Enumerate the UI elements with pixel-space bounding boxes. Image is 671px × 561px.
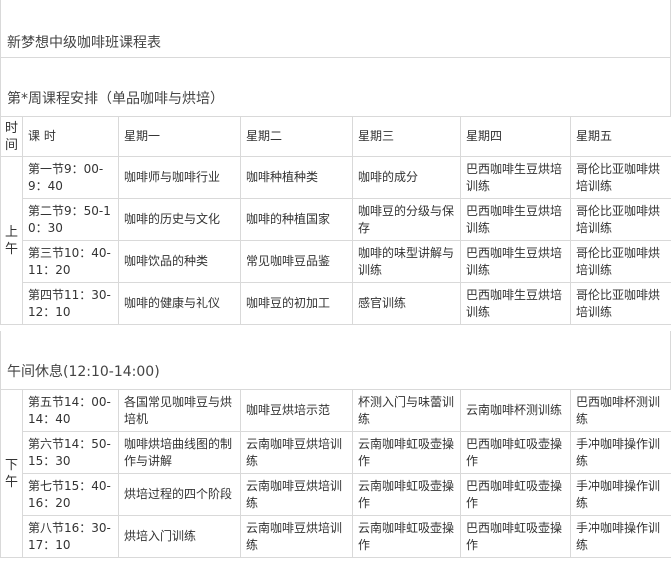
slot-cell: 第五节14：00-14：40 <box>22 389 119 432</box>
header-day: 星期四 <box>460 116 571 157</box>
slot-cell: 第六节14：50-15：30 <box>22 431 119 474</box>
course-cell: 云南咖啡豆烘培训练 <box>240 473 353 516</box>
afternoon-schedule-table: 下午 第五节14：00-14：40 各国常见咖啡豆与烘培机 咖啡豆烘培示范 杯测… <box>0 389 671 558</box>
course-cell: 咖啡种植种类 <box>240 156 353 199</box>
course-cell: 巴西咖啡杯测训练 <box>570 389 671 432</box>
lunch-break-row: 午间休息(12:10-14:00) <box>0 331 671 389</box>
period-label-morning: 上午 <box>0 156 23 325</box>
header-day: 星期三 <box>352 116 461 157</box>
slot-cell: 第二节9：50-10：30 <box>22 198 119 241</box>
table-row: 下午 第五节14：00-14：40 各国常见咖啡豆与烘培机 咖啡豆烘培示范 杯测… <box>0 389 671 558</box>
header-day: 星期二 <box>240 116 353 157</box>
course-cell: 哥伦比亚咖啡烘培训练 <box>570 198 671 241</box>
header-day: 星期一 <box>118 116 241 157</box>
course-cell: 云南咖啡虹吸壶操作 <box>352 473 461 516</box>
table-row: 第七节15：40-16：20 烘培过程的四个阶段 云南咖啡豆烘培训练 云南咖啡虹… <box>1 473 671 516</box>
course-cell: 巴西咖啡虹吸壶操作 <box>460 515 571 558</box>
header-day: 星期五 <box>570 116 671 157</box>
schedule-page: 新梦想中级咖啡班课程表 第*周课程安排（单品咖啡与烘培） 时间 课 时 星期一 … <box>0 0 671 561</box>
course-cell: 云南咖啡虹吸壶操作 <box>352 431 461 474</box>
title-row: 新梦想中级咖啡班课程表 <box>0 0 671 58</box>
table-row: 上午 第一节9：00-9：40 咖啡师与咖啡行业 咖啡种植种类 咖啡的成分 巴西… <box>0 156 671 325</box>
week-heading: 第*周课程安排（单品咖啡与烘培） <box>7 91 224 107</box>
course-cell: 云南咖啡杯测训练 <box>460 389 571 432</box>
table-row: 第八节16：30-17：10 烘培入门训练 云南咖啡豆烘培训练 云南咖啡虹吸壶操… <box>1 515 671 558</box>
course-cell: 杯测入门与味蕾训练 <box>352 389 461 432</box>
header-time: 时间 <box>0 116 23 157</box>
table-row: 第二节9：50-10：30 咖啡的历史与文化 咖啡的种植国家 咖啡豆的分级与保存… <box>1 198 671 241</box>
header-row: 时间 课 时 星期一 星期二 星期三 星期四 星期五 <box>0 116 671 157</box>
course-cell: 巴西咖啡生豆烘培训练 <box>460 282 571 325</box>
course-cell: 咖啡师与咖啡行业 <box>118 156 241 199</box>
course-cell: 咖啡的味型讲解与训练 <box>352 240 461 283</box>
course-cell: 哥伦比亚咖啡烘培训练 <box>570 282 671 325</box>
course-cell: 云南咖啡虹吸壶操作 <box>352 515 461 558</box>
course-cell: 咖啡的成分 <box>352 156 461 199</box>
course-cell: 咖啡豆烘培示范 <box>240 389 353 432</box>
table-row: 第三节10：40-11：20 咖啡饮品的种类 常见咖啡豆品鉴 咖啡的味型讲解与训… <box>1 240 671 283</box>
course-cell: 云南咖啡豆烘培训练 <box>240 431 353 474</box>
course-cell: 巴西咖啡虹吸壶操作 <box>460 431 571 474</box>
table-row: 第四节11：30-12：10 咖啡的健康与礼仪 咖啡豆的初加工 感官训练 巴西咖… <box>1 282 671 325</box>
course-cell: 咖啡饮品的种类 <box>118 240 241 283</box>
slot-cell: 第七节15：40-16：20 <box>22 473 119 516</box>
course-cell: 哥伦比亚咖啡烘培训练 <box>570 240 671 283</box>
table-row: 第六节14：50-15：30 咖啡烘培曲线图的制作与讲解 云南咖啡豆烘培训练 云… <box>1 431 671 474</box>
course-cell: 各国常见咖啡豆与烘培机 <box>118 389 241 432</box>
course-cell: 哥伦比亚咖啡烘培训练 <box>570 156 671 199</box>
course-cell: 咖啡烘培曲线图的制作与讲解 <box>118 431 241 474</box>
course-cell: 手冲咖啡操作训练 <box>570 431 671 474</box>
course-cell: 咖啡豆的初加工 <box>240 282 353 325</box>
course-cell: 手冲咖啡操作训练 <box>570 515 671 558</box>
course-cell: 咖啡的健康与礼仪 <box>118 282 241 325</box>
course-cell: 常见咖啡豆品鉴 <box>240 240 353 283</box>
course-cell: 云南咖啡豆烘培训练 <box>240 515 353 558</box>
week-heading-row: 第*周课程安排（单品咖啡与烘培） <box>0 58 671 116</box>
header-slot: 课 时 <box>22 116 119 157</box>
morning-schedule-table: 时间 课 时 星期一 星期二 星期三 星期四 星期五 上午 第一节9：00-9：… <box>0 116 671 325</box>
course-cell: 感官训练 <box>352 282 461 325</box>
period-label-afternoon: 下午 <box>0 389 23 558</box>
lunch-break-label: 午间休息(12:10-14:00) <box>7 364 160 380</box>
course-cell: 咖啡豆的分级与保存 <box>352 198 461 241</box>
course-cell: 烘培入门训练 <box>118 515 241 558</box>
slot-cell: 第三节10：40-11：20 <box>22 240 119 283</box>
course-cell: 巴西咖啡虹吸壶操作 <box>460 473 571 516</box>
course-cell: 巴西咖啡生豆烘培训练 <box>460 240 571 283</box>
course-cell: 巴西咖啡生豆烘培训练 <box>460 156 571 199</box>
slot-cell: 第一节9：00-9：40 <box>22 156 119 199</box>
course-cell: 咖啡的种植国家 <box>240 198 353 241</box>
course-cell: 烘培过程的四个阶段 <box>118 473 241 516</box>
page-title: 新梦想中级咖啡班课程表 <box>7 35 161 51</box>
course-cell: 手冲咖啡操作训练 <box>570 473 671 516</box>
course-cell: 咖啡的历史与文化 <box>118 198 241 241</box>
slot-cell: 第四节11：30-12：10 <box>22 282 119 325</box>
course-cell: 巴西咖啡生豆烘培训练 <box>460 198 571 241</box>
slot-cell: 第八节16：30-17：10 <box>22 515 119 558</box>
